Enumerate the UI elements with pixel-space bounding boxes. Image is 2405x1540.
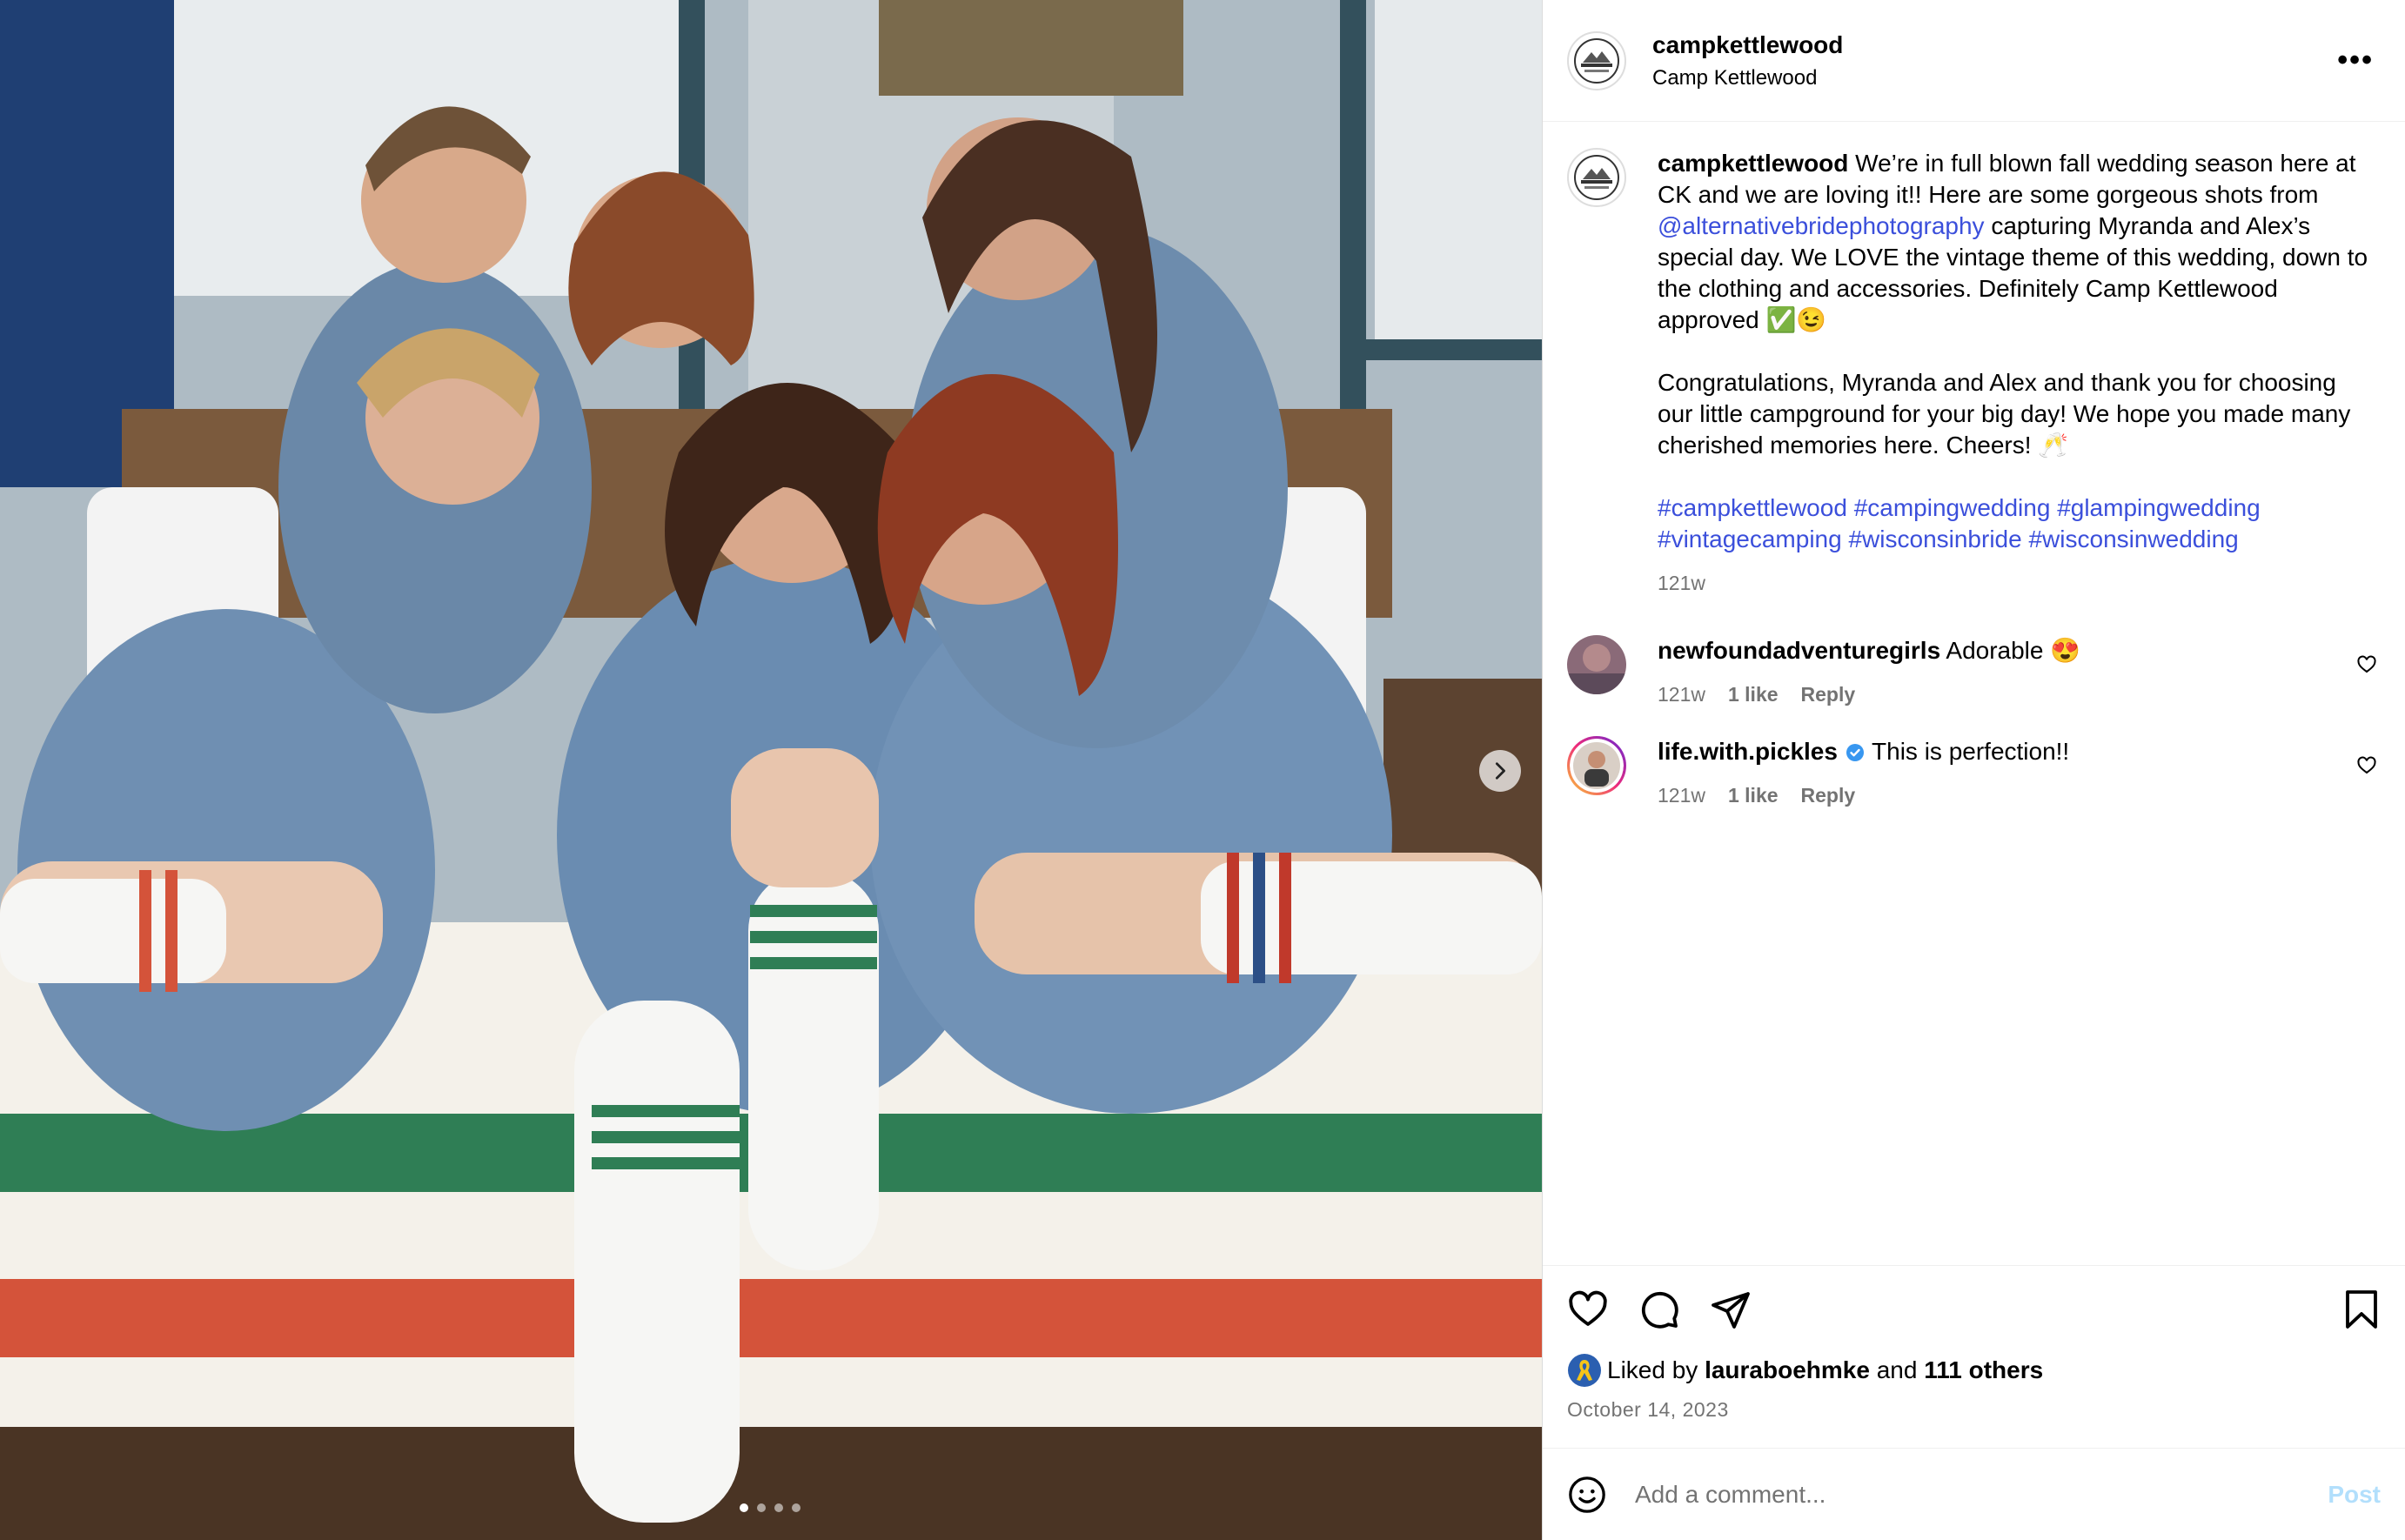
heart-icon [1569, 1290, 1607, 1326]
comment-input[interactable] [1633, 1479, 2328, 1510]
hashtag-link[interactable]: #glampingwedding [2057, 494, 2261, 521]
next-slide-button[interactable] [1479, 750, 1521, 792]
ribbon-icon [1568, 1354, 1601, 1387]
more-options-button[interactable]: ••• [2330, 44, 2381, 77]
share-button[interactable] [1710, 1289, 1752, 1330]
mention-link[interactable]: @alternativebridephotography [1658, 212, 1985, 239]
avatar[interactable] [1567, 635, 1626, 694]
hashtags: #campkettlewood #campingwedding #glampin… [1658, 492, 2377, 555]
camp-kettlewood-logo-icon [1574, 155, 1619, 200]
comment-username[interactable]: newfoundadventuregirls [1658, 637, 1940, 664]
hashtag-link[interactable]: #vintagecamping [1658, 526, 1842, 552]
caption-text: campkettlewood We’re in full blown fall … [1658, 150, 2368, 333]
post-photo[interactable] [0, 0, 1542, 1540]
post-date[interactable]: October 14, 2023 [1567, 1398, 2381, 1422]
photo-image [0, 0, 1542, 1540]
caption: campkettlewood We’re in full blown fall … [1567, 148, 2377, 599]
camp-kettlewood-logo-icon [1574, 37, 1619, 84]
heart-icon [2357, 756, 2376, 774]
comment-likes[interactable]: 1 like [1728, 784, 1779, 807]
caption-username[interactable]: campkettlewood [1658, 150, 1848, 177]
avatar[interactable] [1567, 30, 1626, 90]
hashtag-link[interactable]: #campingwedding [1854, 494, 2051, 521]
comment-like-button[interactable] [2342, 635, 2377, 710]
post-username[interactable]: campkettlewood [1652, 31, 2330, 59]
comment-time[interactable]: 121w [1658, 784, 1705, 807]
reply-button[interactable]: Reply [1801, 784, 1856, 807]
post-location[interactable]: Camp Kettlewood [1652, 66, 2330, 90]
caption-meta: 121w [1658, 567, 2377, 599]
post-header: campkettlewood Camp Kettlewood ••• [1543, 0, 2405, 122]
hashtag-link[interactable]: #wisconsinwedding [2028, 526, 2238, 552]
hashtag-link[interactable]: #campkettlewood [1658, 494, 1847, 521]
comment-like-button[interactable] [2342, 736, 2377, 811]
more-horizontal-icon: ••• [2337, 44, 2374, 77]
instagram-post-modal: campkettlewood Camp Kettlewood ••• campk… [0, 0, 2405, 1540]
carousel-dot [740, 1503, 748, 1512]
send-icon [1712, 1292, 1750, 1329]
post-actions: Liked by lauraboehmke and 111 others Oct… [1543, 1265, 2405, 1448]
post-side-panel: campkettlewood Camp Kettlewood ••• campk… [1542, 0, 2405, 1540]
carousel-dot [792, 1503, 801, 1512]
caption-paragraph: Congratulations, Myranda and Alex and th… [1658, 369, 2351, 459]
caption-time[interactable]: 121w [1658, 572, 1705, 594]
avatar[interactable] [1567, 148, 1626, 207]
comment-likes[interactable]: 1 like [1728, 683, 1779, 706]
verified-badge-icon [1846, 744, 1864, 761]
hashtag-link[interactable]: #wisconsinbride [1848, 526, 2021, 552]
user-avatar-image [1567, 635, 1626, 694]
like-button[interactable] [1567, 1289, 1609, 1330]
bookmark-icon [2346, 1290, 2377, 1329]
save-button[interactable] [2342, 1289, 2381, 1330]
post-comment-button[interactable]: Post [2328, 1481, 2381, 1509]
carousel-dot [757, 1503, 766, 1512]
comment-item: newfoundadventuregirls Adorable 😍 121w 1 … [1567, 635, 2377, 710]
chevron-right-icon [1495, 762, 1505, 780]
user-avatar-image [1570, 739, 1624, 793]
comment-button[interactable] [1638, 1289, 1680, 1330]
avatar[interactable] [1567, 736, 1626, 795]
heart-icon [2357, 655, 2376, 673]
comment-time[interactable]: 121w [1658, 683, 1705, 706]
carousel-indicator [740, 1503, 801, 1512]
carousel-dot [774, 1503, 783, 1512]
comments-list: campkettlewood We’re in full blown fall … [1543, 122, 2405, 1265]
comment-text: Adorable 😍 [1946, 637, 2081, 664]
likes-summary: Liked by lauraboehmke and 111 others [1567, 1353, 2381, 1388]
emoji-icon[interactable] [1567, 1475, 1607, 1515]
liked-by-user[interactable]: lauraboehmke [1705, 1356, 1870, 1384]
liked-others-link[interactable]: 111 others [1924, 1356, 2043, 1384]
reply-button[interactable]: Reply [1801, 683, 1856, 706]
comment-text: This is perfection!! [1872, 738, 2070, 765]
add-comment-bar: Post [1543, 1448, 2405, 1540]
comment-username[interactable]: life.with.pickles [1658, 738, 1838, 765]
comment-bubble-icon [1641, 1291, 1678, 1329]
comment-item: life.with.pickles This is perfection!! 1… [1567, 736, 2377, 811]
